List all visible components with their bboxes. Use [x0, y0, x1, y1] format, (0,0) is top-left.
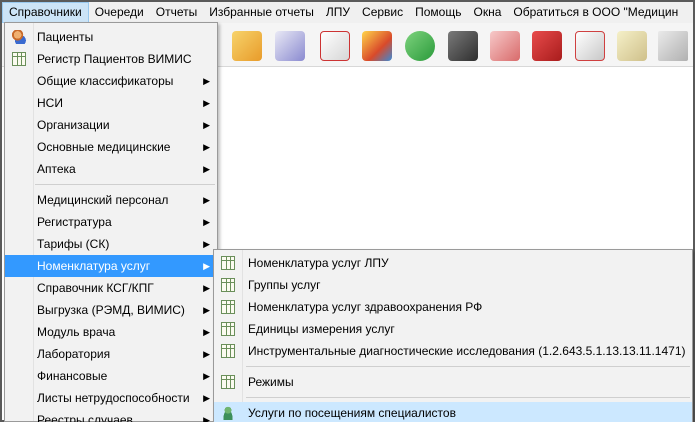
submenu-arrow-icon: ▶ [203, 305, 210, 315]
submenu-arrow-icon: ▶ [203, 371, 210, 381]
table-icon [221, 344, 235, 358]
menu-item-pharmacy[interactable]: Аптека ▶ [5, 158, 217, 180]
table-icon [221, 375, 235, 389]
pills-icon[interactable] [405, 31, 435, 61]
submenu-arrow-icon: ▶ [203, 327, 210, 337]
menu-bar: Справочники Очереди Отчеты Избранные отч… [2, 2, 693, 23]
menu-contact-support[interactable]: Обратиться в ООО "Медицин [507, 2, 684, 23]
doctor-icon[interactable] [320, 31, 350, 61]
menu-separator [246, 397, 690, 398]
submenu-item-rf-nomenclature[interactable]: Номенклатура услуг здравоохранения РФ [214, 296, 692, 318]
menu-item-patients[interactable]: Пациенты [5, 26, 217, 48]
table-icon [221, 278, 235, 292]
submenu-arrow-icon: ▶ [203, 393, 210, 403]
medkit-icon[interactable] [275, 31, 305, 61]
menu-item-basic-medical[interactable]: Основные медицинские ▶ [5, 136, 217, 158]
barcode-scanner-icon[interactable] [448, 31, 478, 61]
menu-spravochniki[interactable]: Справочники [2, 2, 89, 23]
menu-item-export-remd[interactable]: Выгрузка (РЭМД, ВИМИС) ▶ [5, 299, 217, 321]
red-book-icon[interactable] [532, 31, 562, 61]
submenu-arrow-icon: ▶ [203, 217, 210, 227]
menu-item-organizations[interactable]: Организации ▶ [5, 114, 217, 136]
table-icon [221, 300, 235, 314]
books-icon[interactable] [362, 31, 392, 61]
menu-item-registry[interactable]: Регистратура ▶ [5, 211, 217, 233]
menu-pomoshch[interactable]: Помощь [409, 2, 467, 23]
menu-otchety[interactable]: Отчеты [150, 2, 203, 23]
table-icon [221, 256, 235, 270]
menu-item-general-classifiers[interactable]: Общие классификаторы ▶ [5, 70, 217, 92]
menu-item-nsi[interactable]: НСИ ▶ [5, 92, 217, 114]
doctor-visit-icon [221, 406, 235, 420]
submenu-arrow-icon: ▶ [203, 164, 210, 174]
menu-izbrannye-otchety[interactable]: Избранные отчеты [203, 2, 320, 23]
submenu-arrow-icon: ▶ [203, 76, 210, 86]
menu-servis[interactable]: Сервис [356, 2, 409, 23]
menu-item-laboratory[interactable]: Лаборатория ▶ [5, 343, 217, 365]
table-icon [12, 52, 26, 66]
table-icon [221, 322, 235, 336]
calendar-icon[interactable] [575, 31, 605, 61]
menu-item-case-registries[interactable]: Реестры случаев ▶ [5, 409, 217, 422]
submenu-item-units[interactable]: Единицы измерения услуг [214, 318, 692, 340]
lock-file-icon[interactable] [617, 31, 647, 61]
menu-item-vimis-registry[interactable]: Регистр Пациентов ВИМИС [5, 48, 217, 70]
submenu-item-lpu-nomenclature[interactable]: Номенклатура услуг ЛПУ [214, 252, 692, 274]
menu-separator [246, 366, 690, 367]
menu-item-service-nomenclature[interactable]: Номенклатура услуг ▶ [5, 255, 217, 277]
menu-ocheredi[interactable]: Очереди [89, 2, 150, 23]
submenu-arrow-icon: ▶ [203, 98, 210, 108]
menu-item-tariffs[interactable]: Тарифы (СК) ▶ [5, 233, 217, 255]
nurse-icon[interactable] [490, 31, 520, 61]
submenu-item-service-groups[interactable]: Группы услуг [214, 274, 692, 296]
submenu-arrow-icon: ▶ [203, 261, 210, 271]
submenu-item-specialist-visits[interactable]: Услуги по посещениям специалистов [214, 402, 692, 422]
menu-item-medical-staff[interactable]: Медицинский персонал ▶ [5, 189, 217, 211]
menu-item-doctor-module[interactable]: Модуль врача ▶ [5, 321, 217, 343]
submenu-arrow-icon: ▶ [203, 195, 210, 205]
menu-item-ksg-kpg[interactable]: Справочник КСГ/КПГ ▶ [5, 277, 217, 299]
menu-okna[interactable]: Окна [467, 2, 507, 23]
spravochniki-dropdown: Пациенты Регистр Пациентов ВИМИС Общие к… [4, 22, 218, 422]
patients-icon [12, 30, 26, 44]
submenu-arrow-icon: ▶ [203, 142, 210, 152]
service-nomenclature-submenu: Номенклатура услуг ЛПУ Группы услуг Номе… [213, 249, 693, 422]
thermometer-icon[interactable] [658, 31, 688, 61]
menu-item-sick-leave[interactable]: Листы нетрудоспособности ▶ [5, 387, 217, 409]
submenu-arrow-icon: ▶ [203, 283, 210, 293]
submenu-item-instrumental-diagnostics[interactable]: Инструментальные диагностические исследо… [214, 340, 692, 362]
patient-card-icon[interactable] [232, 31, 262, 61]
submenu-arrow-icon: ▶ [203, 120, 210, 130]
submenu-item-modes[interactable]: Режимы [214, 371, 692, 393]
menu-separator [35, 184, 215, 185]
menu-item-financial[interactable]: Финансовые ▶ [5, 365, 217, 387]
menu-lpu[interactable]: ЛПУ [320, 2, 356, 23]
submenu-arrow-icon: ▶ [203, 415, 210, 422]
submenu-arrow-icon: ▶ [203, 239, 210, 249]
submenu-arrow-icon: ▶ [203, 349, 210, 359]
